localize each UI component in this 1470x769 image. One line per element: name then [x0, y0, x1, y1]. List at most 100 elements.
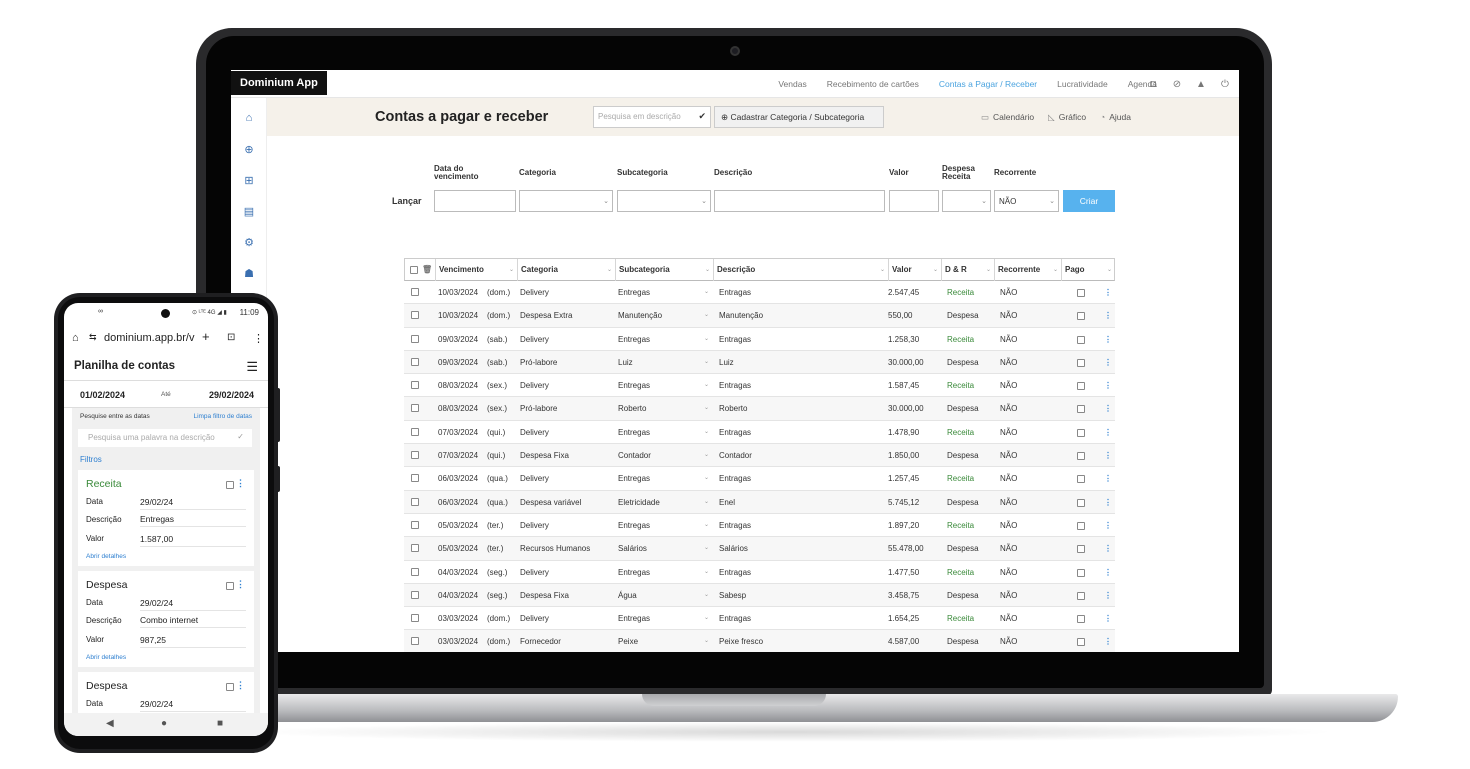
row-checkbox[interactable]	[411, 474, 419, 483]
chevron-down-icon[interactable]: ⌄	[704, 607, 709, 630]
paid-checkbox[interactable]	[1077, 615, 1085, 624]
recurring-select[interactable]: NÃO ⌄	[994, 190, 1059, 212]
document-icon[interactable]: ▤	[242, 205, 256, 218]
col-valor[interactable]: Valor ⌄	[889, 259, 942, 281]
users-icon[interactable]: ☗	[242, 267, 256, 280]
kebab-menu-icon[interactable]: ⋮	[1104, 397, 1112, 420]
home-icon[interactable]: ⌂	[242, 112, 256, 124]
register-category-button[interactable]: ⊕ Cadastrar Categoria / Subcategoria	[714, 106, 884, 128]
row-checkbox[interactable]	[411, 288, 419, 296]
table-row[interactable]: 03/03/2024 (dom.) Fornecedor Peixe Peixe fre…	[404, 630, 1115, 652]
subcategory-select[interactable]: ⌄	[617, 190, 711, 212]
paid-checkbox[interactable]	[1077, 568, 1085, 577]
chevron-down-icon[interactable]: ⌄	[704, 304, 709, 327]
table-row[interactable]: 09/03/2024 (sab.) Delivery Entregas Entragas…	[404, 328, 1115, 351]
chevron-down-icon[interactable]: ⌄	[704, 537, 709, 560]
card-checkbox[interactable]	[226, 481, 234, 489]
open-details-link[interactable]: Abrir detalhes	[86, 553, 126, 560]
kebab-menu-icon[interactable]: ⋮	[236, 579, 245, 590]
chevron-down-icon[interactable]: ⌄	[704, 351, 709, 374]
table-row[interactable]: 06/03/2024 (qua.) Delivery Entregas Entragas…	[404, 467, 1115, 491]
recents-icon[interactable]: ■	[217, 718, 223, 729]
calendar-link[interactable]: ▭ Calendário	[981, 112, 1034, 123]
nav-lucratividade[interactable]: Lucratividade	[1057, 79, 1108, 89]
kebab-menu-icon[interactable]: ⋮	[1104, 281, 1112, 304]
col-descricao[interactable]: Descrição ⌄	[714, 259, 889, 281]
paid-checkbox[interactable]	[1077, 289, 1085, 297]
chevron-down-icon[interactable]: ⌄	[704, 584, 709, 607]
kebab-menu-icon[interactable]: ⋮	[236, 680, 245, 691]
row-checkbox[interactable]	[411, 614, 419, 623]
kebab-menu-icon[interactable]: ⋮	[1104, 374, 1112, 397]
value-input[interactable]	[889, 190, 939, 212]
col-dr[interactable]: D & R ⌄	[942, 259, 995, 281]
check-icon[interactable]: ✔	[698, 111, 706, 122]
col-categoria[interactable]: Categoria ⌄	[518, 259, 616, 281]
table-row[interactable]: 05/03/2024 (ter.) Recursos Humanos Salários…	[404, 537, 1115, 561]
card-checkbox[interactable]	[226, 683, 234, 691]
row-checkbox[interactable]	[411, 311, 419, 320]
chart-link[interactable]: ◺ Gráfico	[1048, 112, 1086, 123]
kebab-menu-icon[interactable]: ⋮	[1104, 630, 1112, 652]
table-row[interactable]: 08/03/2024 (sex.) Pró-labore Roberto Roberto…	[404, 397, 1115, 421]
date-to[interactable]: 29/02/2024	[209, 390, 254, 400]
row-checkbox[interactable]	[411, 357, 419, 366]
kebab-menu-icon[interactable]: ⋮	[1104, 607, 1112, 630]
row-checkbox[interactable]	[411, 334, 419, 343]
chevron-down-icon[interactable]: ⌄	[704, 374, 709, 397]
row-checkbox[interactable]	[411, 451, 419, 460]
paid-checkbox[interactable]	[1077, 428, 1085, 437]
table-row[interactable]: 08/03/2024 (sex.) Delivery Entregas Entragas…	[404, 374, 1115, 398]
kebab-menu-icon[interactable]: ⋮	[1104, 421, 1112, 444]
paid-checkbox[interactable]	[1077, 358, 1085, 367]
table-row[interactable]: 06/03/2024 (qua.) Despesa variável Eletrici…	[404, 490, 1115, 514]
back-icon[interactable]: ◀	[106, 718, 114, 729]
card-checkbox[interactable]	[226, 582, 234, 590]
description-input[interactable]	[714, 190, 885, 212]
kebab-menu-icon[interactable]: ⋮	[1104, 584, 1112, 607]
type-select[interactable]: ⌄	[942, 190, 991, 212]
paid-checkbox[interactable]	[1077, 405, 1085, 414]
clear-date-filter-link[interactable]: Limpa filtro de datas	[193, 413, 252, 420]
help-link[interactable]: ◔ Ajuda	[1100, 112, 1131, 122]
kebab-menu-icon[interactable]: ⋮	[1104, 561, 1112, 584]
kebab-menu-icon[interactable]: ⋮	[1104, 537, 1112, 560]
col-subcategoria[interactable]: Subcategoria ⌄	[616, 259, 714, 281]
table-row[interactable]: 09/03/2024 (sab.) Pró-labore Luiz Luiz 30.000…	[404, 350, 1115, 375]
row-checkbox[interactable]	[411, 497, 419, 506]
paid-checkbox[interactable]	[1077, 638, 1085, 647]
kebab-menu-icon[interactable]: ⋮	[1104, 328, 1112, 351]
col-recorrente[interactable]: Recorrente ⌄	[995, 259, 1062, 281]
row-checkbox[interactable]	[411, 427, 419, 436]
paid-checkbox[interactable]	[1077, 498, 1085, 507]
table-row[interactable]: 04/03/2024 (seg.) Delivery Entregas Entragas…	[404, 561, 1115, 584]
paid-checkbox[interactable]	[1077, 521, 1085, 530]
check-icon[interactable]: ✓	[237, 432, 244, 441]
home-button-icon[interactable]: ●	[161, 718, 167, 729]
due-date-input[interactable]	[434, 190, 516, 212]
table-row[interactable]: 04/03/2024 (seg.) Despesa Fixa Água Sabesp 3.…	[404, 583, 1115, 608]
row-checkbox[interactable]	[411, 567, 419, 576]
row-checkbox[interactable]	[411, 590, 419, 599]
chevron-down-icon[interactable]: ⌄	[704, 514, 709, 537]
kebab-menu-icon[interactable]: ⋮	[1104, 491, 1112, 514]
chevron-down-icon[interactable]: ⌄	[704, 328, 709, 351]
open-details-link[interactable]: Abrir detalhes	[86, 654, 126, 661]
kebab-menu-icon[interactable]: ⋮	[236, 478, 245, 489]
bell-icon[interactable]: ▲	[1195, 79, 1207, 90]
kebab-menu-icon[interactable]: ⋮	[1104, 467, 1112, 490]
chevron-down-icon[interactable]: ⌄	[704, 467, 709, 490]
new-tab-icon[interactable]: +	[202, 329, 210, 344]
nav-recebimento-cartoes[interactable]: Recebimento de cartões	[827, 79, 919, 89]
row-checkbox[interactable]	[411, 404, 419, 413]
paid-checkbox[interactable]	[1077, 545, 1085, 554]
url-field[interactable]: dominium.app.br/v	[104, 332, 195, 344]
hamburger-icon[interactable]: ☰	[246, 359, 258, 375]
chevron-down-icon[interactable]: ⌄	[704, 397, 709, 420]
chevron-down-icon[interactable]: ⌄	[704, 491, 709, 514]
plus-square-icon[interactable]: ⊞	[242, 174, 256, 187]
plus-circle-icon[interactable]: ⊕	[242, 143, 256, 156]
paid-checkbox[interactable]	[1077, 591, 1085, 600]
paid-checkbox[interactable]	[1077, 382, 1085, 391]
eye-off-icon[interactable]: ⊘	[1171, 79, 1183, 90]
